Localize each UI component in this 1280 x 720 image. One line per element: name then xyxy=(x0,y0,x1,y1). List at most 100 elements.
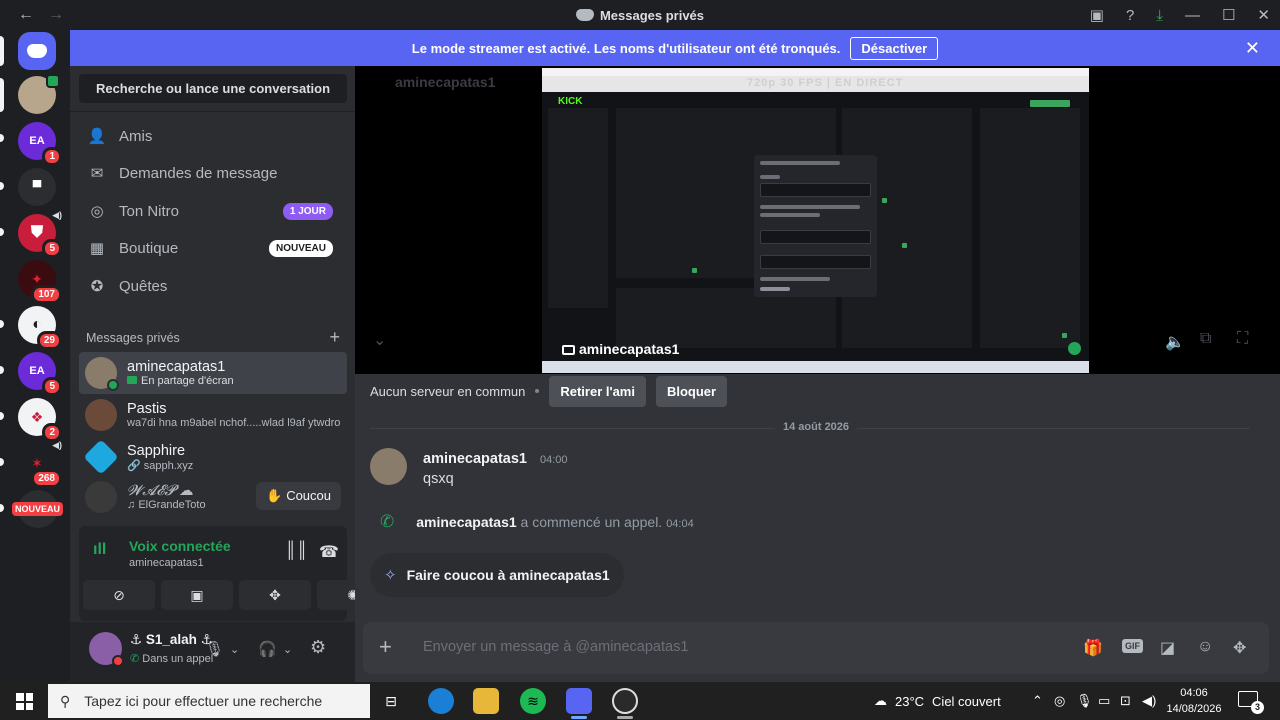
stream-viewer[interactable]: aminecapatas1 ⌄ 🔈 ⧉ ⛶ 720p 30 FPS | EN D… xyxy=(355,66,1280,374)
wave-to-user-button[interactable]: ✧ Faire coucou à aminecapatas1 xyxy=(370,553,624,597)
dialog-line xyxy=(760,175,780,179)
weather-widget[interactable]: ☁ 23°C Ciel couvert xyxy=(874,693,1001,709)
wave-card-label: Faire coucou à aminecapatas1 xyxy=(406,567,610,583)
maximize-icon[interactable]: ☐ xyxy=(1222,6,1235,24)
spotify-icon[interactable]: ≋ xyxy=(520,688,546,714)
noise-suppression-icon[interactable]: ║║ xyxy=(285,542,308,560)
main-content: aminecapatas1 ⌄ 🔈 ⧉ ⛶ 720p 30 FPS | EN D… xyxy=(355,66,1280,682)
mic-options-chevron-icon[interactable]: ⌄ xyxy=(230,643,239,656)
wolf-server-icon[interactable]: ❖ 2 xyxy=(18,398,62,442)
discord-home-icon[interactable] xyxy=(18,32,56,70)
ea-server-icon[interactable]: EA 1 xyxy=(18,122,62,166)
gift-icon[interactable]: 🎁 xyxy=(1083,638,1103,658)
fullscreen-icon[interactable]: ⛶ xyxy=(1237,330,1248,348)
screen-share-button[interactable]: ▣ xyxy=(161,580,233,610)
settings-gear-icon[interactable]: ⚙ xyxy=(310,637,326,658)
taskbar-search[interactable]: ⚲ Tapez ici pour effectuer une recherche xyxy=(48,684,370,718)
taskbar-search-placeholder: Tapez ici pour effectuer une recherche xyxy=(84,693,323,709)
close-icon[interactable]: ✕ xyxy=(1257,6,1270,24)
activities-button[interactable]: ✥ xyxy=(239,580,311,610)
collapse-chevron-icon[interactable]: ⌄ xyxy=(373,330,386,350)
unread-pill xyxy=(0,228,4,236)
monitor-server-icon[interactable]: ▀ xyxy=(18,168,56,206)
dm-item-pastis[interactable]: Pastis wa7di hna m9abel nchof.....wlad l… xyxy=(79,394,347,436)
call-author[interactable]: aminecapatas1 xyxy=(416,514,516,530)
edge-icon[interactable] xyxy=(428,688,454,714)
wave-button[interactable]: ✋ Coucou xyxy=(256,482,341,510)
avatar xyxy=(85,481,117,513)
emoji-icon[interactable]: ☺ xyxy=(1197,638,1213,656)
microphone-icon[interactable]: 🎙 xyxy=(205,640,224,658)
nav-label: Quêtes xyxy=(119,277,168,295)
tray-expand-icon[interactable]: ⌃ xyxy=(1032,693,1043,709)
message-author[interactable]: aminecapatas1 xyxy=(423,451,527,467)
message-input[interactable]: Envoyer un message à @aminecapatas1 xyxy=(423,639,688,655)
discord-taskbar-icon[interactable] xyxy=(566,688,592,714)
nav-nitro[interactable]: ◎ Ton Nitro 1 JOUR xyxy=(79,193,347,229)
network-icon[interactable]: ⊡ xyxy=(1120,693,1131,709)
dialog-line xyxy=(760,213,820,217)
obs-icon[interactable] xyxy=(612,688,638,714)
phone-icon: ✆ xyxy=(130,653,143,665)
server-107-icon[interactable]: ✦ 107 xyxy=(18,260,62,304)
ea-server-icon[interactable]: EA 5 xyxy=(18,352,62,396)
clock[interactable]: 04:06 14/08/2026 xyxy=(1166,685,1222,717)
dm-sidebar: Recherche ou lance une conversation 👤 Am… xyxy=(70,66,389,682)
apps-icon[interactable]: ✥ xyxy=(1233,638,1246,658)
shield-server-icon[interactable]: ⛊ ◀) 5 xyxy=(18,210,62,258)
dm-item-sapphire[interactable]: Sapphire 🔗 sapph.xyz xyxy=(79,436,347,478)
battery-icon[interactable]: ▭ xyxy=(1098,693,1110,709)
selected-pill xyxy=(0,36,4,66)
headset-options-chevron-icon[interactable]: ⌄ xyxy=(283,643,292,656)
server-avatar[interactable] xyxy=(18,74,60,114)
stream-video[interactable]: 720p 30 FPS | EN DIRECT KICK aminecapata… xyxy=(542,68,1089,373)
create-dm-icon[interactable]: + xyxy=(329,328,340,346)
inbox-icon[interactable]: ▣ xyxy=(1090,6,1104,24)
forward-arrow-icon[interactable]: → xyxy=(48,6,64,24)
nav-message-requests[interactable]: ✉ Demandes de message xyxy=(79,155,347,191)
microphone-tray-icon[interactable]: 🎙 xyxy=(1076,693,1093,709)
user-panel: ⚓ S1_alah ⚓ ✆ Dans un appel 🎙 ⌄ 🎧 ⌄ ⚙ xyxy=(70,622,355,682)
task-view-icon[interactable]: ⊟ xyxy=(378,688,404,714)
user-avatar[interactable] xyxy=(89,632,124,667)
server-29-icon[interactable]: ◐ 29 xyxy=(18,306,62,350)
gif-button[interactable]: GIF xyxy=(1122,639,1143,653)
back-arrow-icon[interactable]: ← xyxy=(18,6,34,24)
voice-status[interactable]: Voix connectée xyxy=(129,538,231,554)
notification-center-icon[interactable]: 3 xyxy=(1238,691,1264,714)
file-explorer-icon[interactable] xyxy=(473,688,499,714)
headset-icon[interactable]: 🎧 xyxy=(258,640,277,658)
add-attachment-icon[interactable]: + xyxy=(379,636,392,658)
new-server-icon[interactable]: NOUVEAU xyxy=(12,490,64,528)
volume-tray-icon[interactable]: ◀) xyxy=(1142,693,1156,709)
dialog-input xyxy=(760,183,871,197)
disable-streamer-button[interactable]: Désactiver xyxy=(850,36,939,60)
nav-friends[interactable]: 👤 Amis xyxy=(79,118,347,154)
nav-quests[interactable]: ✪ Quêtes xyxy=(79,268,347,304)
green-button xyxy=(1030,100,1070,107)
author-avatar[interactable] xyxy=(370,448,407,485)
dm-item-elgrandetoto[interactable]: 𝓦𝓐𝓔𝓟 ☁ ♫ ElGrandeToto ✋ Coucou xyxy=(79,476,347,518)
tray-app-icon[interactable]: ◎ xyxy=(1054,693,1065,709)
block-button[interactable]: Bloquer xyxy=(655,375,728,407)
streamer-name: aminecapatas1 xyxy=(579,341,680,357)
running-app-indicator xyxy=(617,716,633,719)
windows-start-icon[interactable] xyxy=(16,693,33,710)
disconnect-icon[interactable]: ☎ xyxy=(319,542,339,562)
sticker-icon[interactable]: ◪ xyxy=(1160,638,1175,658)
weather-text: Ciel couvert xyxy=(932,693,1001,709)
popout-icon[interactable]: ⧉ xyxy=(1200,330,1211,348)
nav-shop[interactable]: ▦ Boutique NOUVEAU xyxy=(79,230,347,266)
dialog-line xyxy=(760,277,830,281)
dm-item-aminecapatas1[interactable]: aminecapatas1 En partage d'écran xyxy=(79,352,347,394)
search-conversation-button[interactable]: Recherche ou lance une conversation xyxy=(79,74,347,103)
download-icon[interactable]: ⤓ xyxy=(1156,7,1163,24)
help-icon[interactable]: ? xyxy=(1126,7,1134,24)
camera-off-button[interactable]: ⊘ xyxy=(83,580,155,610)
server-268-icon[interactable]: ✶ ◀) 268 xyxy=(18,440,62,488)
message-text: qsxq xyxy=(423,471,454,487)
remove-friend-button[interactable]: Retirer l'ami xyxy=(549,375,646,407)
volume-icon[interactable]: 🔈 xyxy=(1165,332,1185,352)
minimize-icon[interactable]: — xyxy=(1185,7,1200,24)
banner-close-icon[interactable]: ✕ xyxy=(1245,38,1260,59)
